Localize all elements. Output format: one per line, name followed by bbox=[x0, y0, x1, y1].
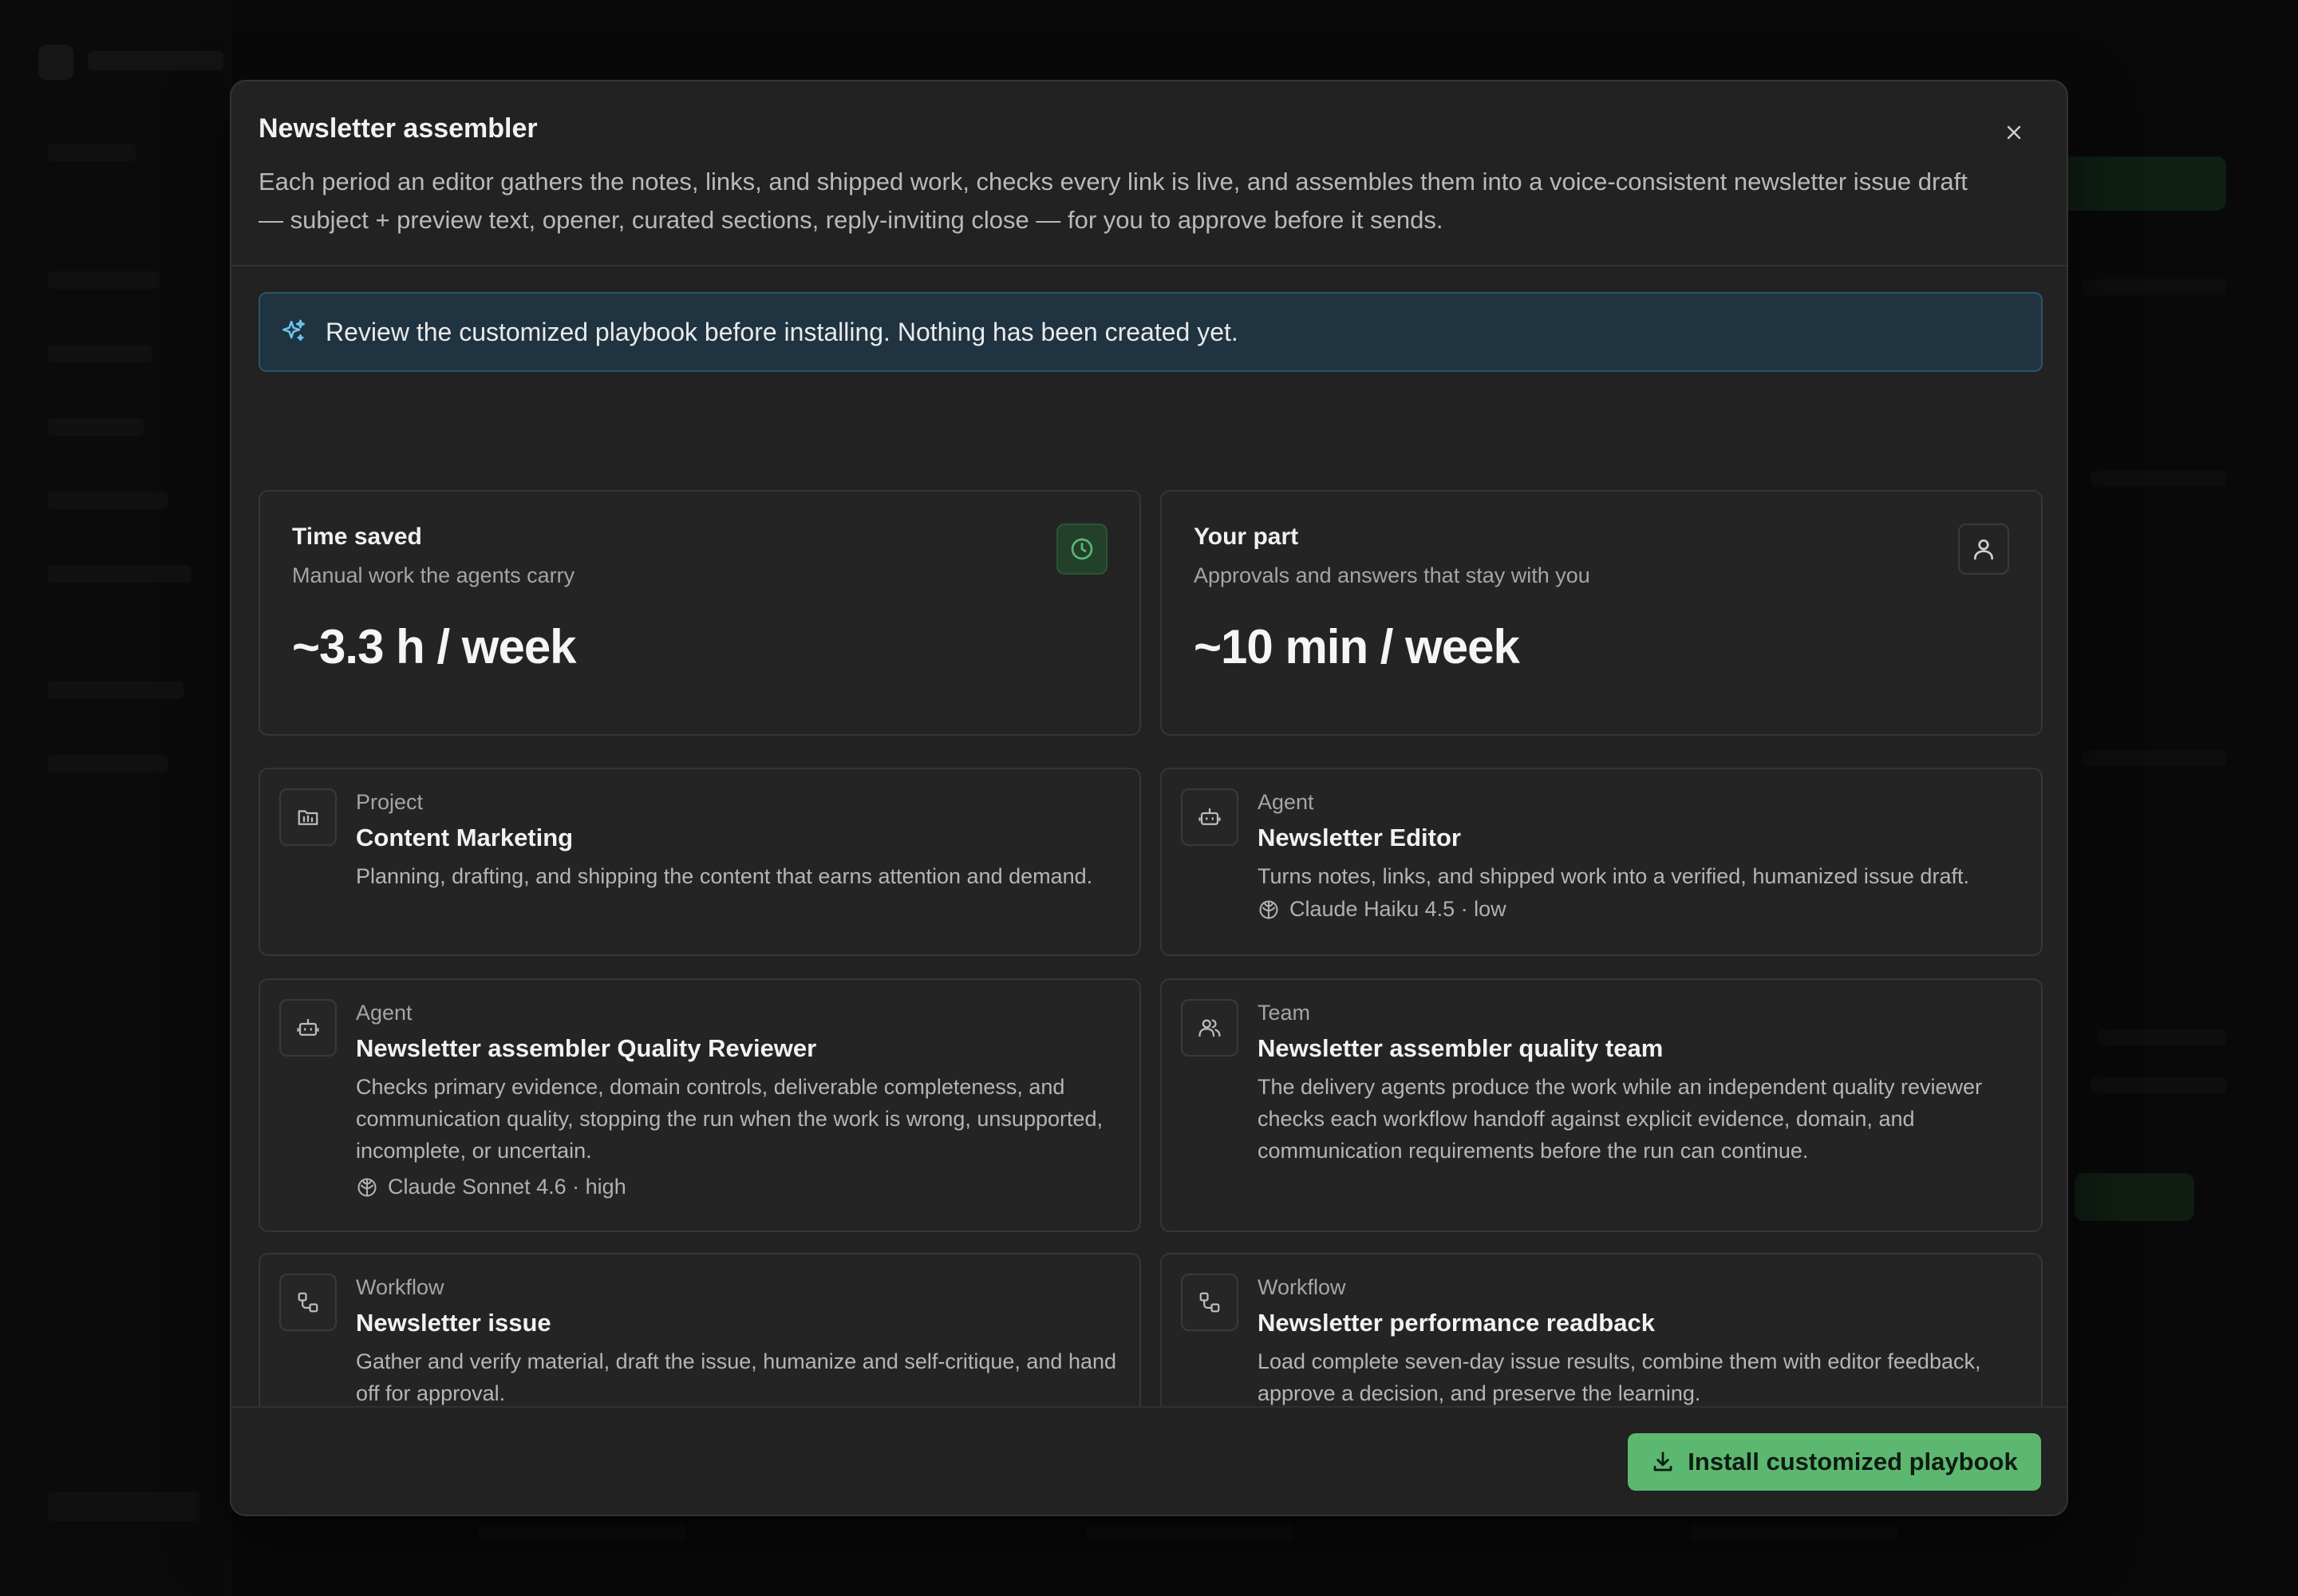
item-name: Newsletter performance readback bbox=[1258, 1309, 1655, 1337]
project-card: Project Content Marketing Planning, draf… bbox=[259, 768, 1141, 956]
item-description: Gather and verify material, draft the is… bbox=[356, 1349, 1117, 1405]
model-label: Claude Haiku 4.5 · low bbox=[1258, 897, 1506, 922]
item-description: Planning, drafting, and shipping the con… bbox=[356, 864, 1093, 888]
time-saved-card: Time saved Manual work the agents carry … bbox=[259, 490, 1141, 736]
item-type: Project bbox=[356, 790, 424, 814]
item-type: Agent bbox=[1258, 790, 1314, 814]
bot-icon bbox=[1181, 788, 1238, 846]
bot-icon bbox=[279, 999, 337, 1057]
item-description: Turns notes, links, and shipped work int… bbox=[1258, 864, 1969, 888]
user-icon bbox=[1958, 523, 2009, 575]
item-name: Newsletter assembler Quality Reviewer bbox=[356, 1034, 817, 1062]
playbook-dialog: Newsletter assembler Each period an edit… bbox=[230, 80, 2068, 1516]
model-label: Claude Sonnet 4.6 · high bbox=[356, 1175, 626, 1199]
stat-value: ~3.3 h / week bbox=[292, 620, 577, 674]
install-label: Install customized playbook bbox=[1688, 1448, 2018, 1476]
your-part-card: Your part Approvals and answers that sta… bbox=[1160, 490, 2043, 736]
item-name: Newsletter assembler quality team bbox=[1258, 1034, 1664, 1062]
users-icon bbox=[1181, 999, 1238, 1057]
dialog-title: Newsletter assembler bbox=[259, 113, 538, 144]
workflow-card: Workflow Newsletter issue Gather and ver… bbox=[259, 1253, 1141, 1430]
workflow-icon bbox=[279, 1274, 337, 1331]
model-text: Claude Haiku 4.5 · low bbox=[1289, 897, 1506, 921]
install-button[interactable]: Install customized playbook bbox=[1628, 1433, 2041, 1491]
folder-icon bbox=[279, 788, 337, 846]
item-description: The delivery agents produce the work whi… bbox=[1258, 1075, 1983, 1163]
dialog-header: Newsletter assembler Each period an edit… bbox=[231, 81, 2067, 267]
dialog-body[interactable]: Review the customized playbook before in… bbox=[231, 268, 2067, 1486]
item-name: Content Marketing bbox=[356, 824, 574, 851]
item-type: Workflow bbox=[356, 1275, 444, 1299]
stat-subtitle: Approvals and answers that stay with you bbox=[1194, 563, 1590, 587]
download-icon bbox=[1653, 1452, 1672, 1472]
stat-title: Your part bbox=[1194, 523, 1299, 550]
team-card: Team Newsletter assembler quality team T… bbox=[1160, 978, 2043, 1232]
dialog-footer: Install customized playbook bbox=[231, 1406, 2067, 1515]
item-name: Newsletter Editor bbox=[1258, 824, 1461, 851]
workflow-icon bbox=[1181, 1274, 1238, 1331]
close-icon bbox=[2007, 125, 2021, 140]
dialog-description: Each period an editor gathers the notes,… bbox=[259, 168, 1968, 234]
item-type: Agent bbox=[356, 1001, 413, 1025]
notice-text: Review the customized playbook before in… bbox=[326, 317, 1238, 346]
brain-icon bbox=[357, 1177, 377, 1197]
model-text: Claude Sonnet 4.6 · high bbox=[388, 1175, 626, 1199]
close-button[interactable] bbox=[1996, 115, 2031, 150]
item-type: Workflow bbox=[1258, 1275, 1346, 1299]
brain-icon bbox=[1259, 899, 1278, 919]
item-description: Checks primary evidence, domain controls… bbox=[356, 1075, 1104, 1163]
item-name: Newsletter issue bbox=[356, 1309, 551, 1337]
workflow-card: Workflow Newsletter performance readback… bbox=[1160, 1253, 2043, 1430]
item-description: Load complete seven-day issue results, c… bbox=[1258, 1349, 1981, 1405]
stat-subtitle: Manual work the agents carry bbox=[292, 563, 575, 587]
stat-value: ~10 min / week bbox=[1194, 620, 1520, 674]
review-notice: Review the customized playbook before in… bbox=[259, 292, 2043, 372]
stat-title: Time saved bbox=[292, 523, 422, 550]
sparkles-icon bbox=[279, 318, 308, 346]
item-type: Team bbox=[1258, 1001, 1311, 1025]
agent-card: Agent Newsletter Editor Turns notes, lin… bbox=[1160, 768, 2043, 956]
agent-card: Agent Newsletter assembler Quality Revie… bbox=[259, 978, 1141, 1232]
clock-icon bbox=[1056, 523, 1108, 575]
